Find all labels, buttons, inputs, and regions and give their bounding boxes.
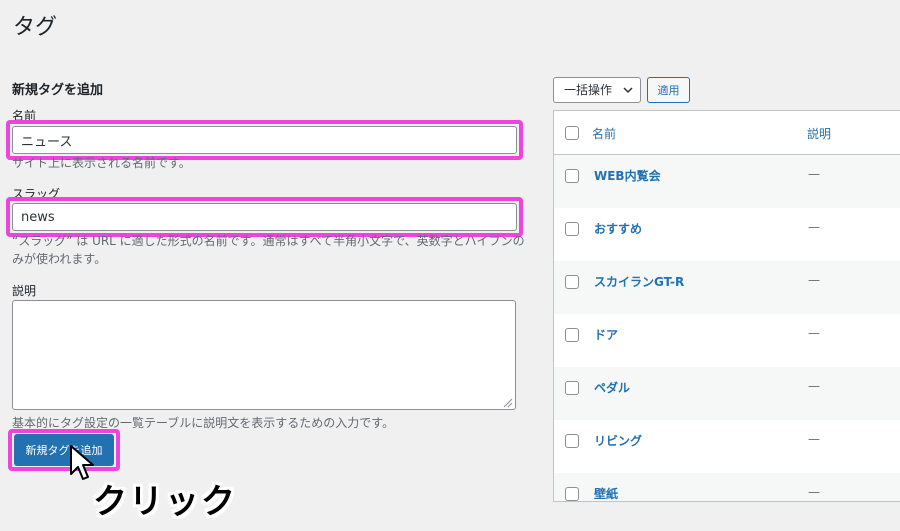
chevron-down-icon — [623, 87, 633, 94]
tag-name-link[interactable]: スカイランGT-R — [594, 273, 684, 290]
description-help: 基本的にタグ設定の一覧テーブルに説明文を表示するための入力です。 — [12, 416, 395, 430]
table-row: ペダル — — [554, 367, 900, 420]
name-label: 名前 — [12, 109, 37, 123]
name-help: サイト上に表示される名前です。 — [12, 156, 191, 170]
table-row: ドア — — [554, 314, 900, 367]
column-header-name[interactable]: 名前 — [592, 125, 616, 142]
bulk-action-select[interactable]: 一括操作 — [553, 77, 641, 103]
bulk-action-selected: 一括操作 — [564, 83, 613, 97]
column-header-description[interactable]: 説明 — [807, 125, 831, 142]
table-row: スカイランGT-R — — [554, 261, 900, 314]
tag-name-link[interactable]: ドア — [594, 326, 618, 343]
row-checkbox[interactable] — [565, 487, 579, 501]
row-checkbox[interactable] — [565, 381, 579, 395]
description-textarea[interactable] — [12, 300, 516, 410]
tag-description: — — [808, 220, 820, 234]
tag-description: — — [808, 273, 820, 287]
row-checkbox[interactable] — [565, 169, 579, 183]
table-row: リビング — — [554, 420, 900, 473]
add-new-tag-button[interactable]: 新規タグを追加 — [14, 434, 114, 466]
description-label: 説明 — [12, 284, 37, 298]
tags-table: 名前 説明 WEB内覧会 — おすすめ — スカイランGT-R — ドア — ペ… — [553, 110, 900, 502]
slug-help-line1: “スラッグ” は URL に適した形式の名前です。通常はすべて半角小文字で、英数… — [12, 234, 525, 248]
select-all-checkbox[interactable] — [565, 126, 579, 140]
tag-description: — — [808, 485, 820, 499]
row-checkbox[interactable] — [565, 275, 579, 289]
tag-description: — — [808, 432, 820, 446]
slug-input[interactable] — [12, 203, 517, 231]
tag-name-link[interactable]: 壁紙 — [594, 485, 618, 501]
tag-name-link[interactable]: リビング — [594, 432, 642, 449]
page-title: タグ — [13, 15, 58, 40]
tag-description: — — [808, 379, 820, 393]
tag-name-link[interactable]: WEB内覧会 — [594, 167, 661, 184]
slug-help-line2: みが使われます。 — [12, 252, 107, 266]
table-header: 名前 説明 — [554, 111, 900, 155]
add-tag-section-title: 新規タグを追加 — [12, 83, 104, 98]
name-input[interactable] — [12, 126, 517, 154]
resize-grip-icon[interactable] — [502, 397, 513, 408]
row-checkbox[interactable] — [565, 222, 579, 236]
tag-description: — — [808, 326, 820, 340]
tag-name-link[interactable]: おすすめ — [594, 220, 642, 237]
apply-button[interactable]: 適用 — [647, 77, 690, 103]
table-row: WEB内覧会 — — [554, 155, 900, 208]
row-checkbox[interactable] — [565, 328, 579, 342]
tag-name-link[interactable]: ペダル — [594, 379, 630, 396]
row-checkbox[interactable] — [565, 434, 579, 448]
table-row: おすすめ — — [554, 208, 900, 261]
table-row: 壁紙 — — [554, 473, 900, 501]
slug-label: スラッグ — [12, 187, 61, 201]
click-annotation: クリック — [93, 482, 237, 522]
tag-description: — — [808, 167, 820, 181]
